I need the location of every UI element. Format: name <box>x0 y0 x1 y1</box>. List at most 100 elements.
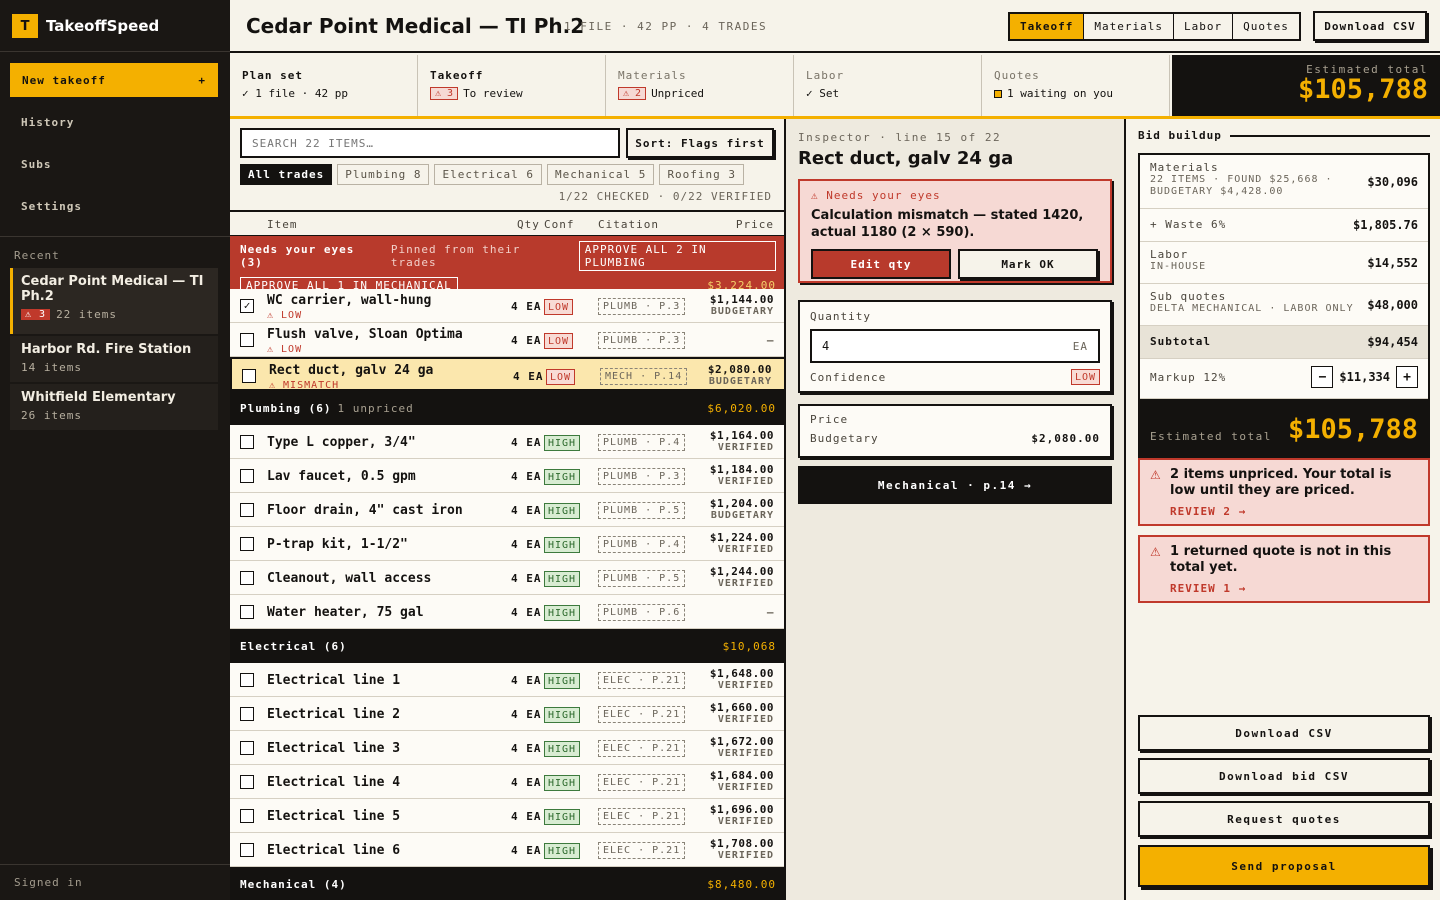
bid-row-labor[interactable]: Labor IN-HOUSE $14,552 <box>1140 242 1428 284</box>
row-checkbox[interactable] <box>240 435 254 449</box>
bid-row-sub-quotes[interactable]: Sub quotes DELTA MECHANICAL · LABOR ONLY… <box>1140 284 1428 326</box>
row-checkbox[interactable] <box>240 707 254 721</box>
row-checkbox[interactable] <box>242 369 256 383</box>
sort-button[interactable]: Sort: Flags first <box>626 128 774 158</box>
table-row[interactable]: Water heater, 75 gal 4 EA HIGH PLUMB · P.6 — <box>230 595 784 629</box>
markup-decrease-button[interactable]: − <box>1311 366 1334 388</box>
recent-project-title: Cedar Point Medical — TI Ph.2 <box>21 274 204 304</box>
new-takeoff-button[interactable]: New takeoff + <box>10 63 218 97</box>
citation-tag[interactable]: PLUMB · P.3 <box>598 468 686 485</box>
citation-tag[interactable]: ELEC · P.21 <box>598 774 686 791</box>
row-checkbox[interactable] <box>240 469 254 483</box>
sidebar-item-settings[interactable]: Settings <box>21 200 82 213</box>
step-labor[interactable]: Labor ✓ Set <box>794 55 982 118</box>
table-row[interactable]: P-trap kit, 1-1/2" 4 EA HIGH PLUMB · P.4 $1,… <box>230 527 784 561</box>
tab-materials[interactable]: Materials <box>1084 14 1174 39</box>
step-materials[interactable]: Materials ⚠ 2 Unpriced <box>606 55 794 118</box>
divider <box>0 51 230 52</box>
recent-project-cedar-point[interactable]: Cedar Point Medical — TI Ph.2 ⚠ 3 22 ite… <box>10 268 218 334</box>
table-row[interactable]: Flush valve, Sloan Optima ⚠ LOW 4 EA LOW PLU… <box>230 323 784 357</box>
item-price: $1,648.00 <box>709 667 774 680</box>
tab-takeoff[interactable]: Takeoff <box>1010 14 1085 39</box>
citation-tag[interactable]: MECH · P.14 <box>600 368 688 385</box>
citation-tag[interactable]: PLUMB · P.5 <box>598 502 686 519</box>
citation-tag[interactable]: ELEC · P.21 <box>598 842 686 859</box>
step-takeoff[interactable]: Takeoff ⚠ 3 To review <box>418 55 606 118</box>
citation-tag[interactable]: ELEC · P.21 <box>598 672 686 689</box>
app-logo[interactable]: T TakeoffSpeed <box>12 14 159 38</box>
bid-row-materials[interactable]: Materials 22 ITEMS · FOUND $25,668 · BUD… <box>1140 155 1428 209</box>
bid-row-waste[interactable]: + Waste 6% $1,805.76 <box>1140 209 1428 242</box>
chip-mechanical[interactable]: Mechanical 5 <box>546 164 655 185</box>
warning-icon: ⚠ <box>1150 545 1161 559</box>
approve-plumbing-button[interactable]: APPROVE ALL 2 IN PLUMBING <box>578 241 776 271</box>
signed-in-status[interactable]: Signed in <box>14 876 83 889</box>
recent-project-harbor[interactable]: Harbor Rd. Fire Station 14 items <box>10 336 218 382</box>
step-plan-set[interactable]: Plan set ✓ 1 file · 42 pp <box>230 55 418 118</box>
item-warning: ⚠ LOW <box>267 344 303 355</box>
table-row[interactable]: Lav faucet, 0.5 gpm 4 EA HIGH PLUMB · P.3 $1… <box>230 459 784 493</box>
review-quote-link[interactable]: REVIEW 1 → <box>1170 582 1418 595</box>
table-row[interactable]: Type L copper, 3/4" 4 EA HIGH PLUMB · P.4 $1… <box>230 425 784 459</box>
row-checkbox[interactable] <box>240 333 254 347</box>
row-checkbox[interactable] <box>240 571 254 585</box>
tab-labor[interactable]: Labor <box>1173 14 1234 39</box>
progress-counter: 1/22 CHECKED · 0/22 VERIFIED <box>558 190 772 203</box>
row-checkbox[interactable]: ✓ <box>240 299 254 313</box>
quantity-unit: EA <box>1072 339 1088 353</box>
open-source-sheet-button[interactable]: Mechanical · p.14 → <box>798 466 1112 504</box>
row-checkbox[interactable] <box>240 673 254 687</box>
download-csv-button[interactable]: Download CSV <box>1138 715 1430 751</box>
confidence-badge: HIGH <box>544 537 581 553</box>
chip-all-trades[interactable]: All trades <box>240 164 333 185</box>
sidebar-item-history[interactable]: History <box>21 116 74 129</box>
recent-project-whitfield[interactable]: Whitfield Elementary 26 items <box>10 384 218 430</box>
chip-electrical[interactable]: Electrical 6 <box>434 164 542 185</box>
row-checkbox[interactable] <box>240 809 254 823</box>
table-row[interactable]: Electrical line 2 4 EA HIGH ELEC · P.21 $1,6… <box>230 697 784 731</box>
markup-increase-button[interactable]: + <box>1396 366 1418 388</box>
citation-tag[interactable]: PLUMB · P.5 <box>598 570 686 587</box>
citation-tag[interactable]: ELEC · P.21 <box>598 706 686 723</box>
download-csv-button[interactable]: Download CSV <box>1313 11 1427 41</box>
confidence-badge: HIGH <box>544 673 581 689</box>
table-row[interactable]: Electrical line 1 4 EA HIGH ELEC · P.21 $1,6… <box>230 663 784 697</box>
send-proposal-button[interactable]: Send proposal <box>1138 845 1430 887</box>
group-mechanical[interactable]: Mechanical (4) $8,480.00 <box>230 867 784 900</box>
edit-qty-button[interactable]: Edit qty <box>811 249 951 279</box>
table-row[interactable]: ✓ WC carrier, wall-hung ⚠ LOW 4 EA LOW PLUMB … <box>230 289 784 323</box>
tab-quotes[interactable]: Quotes <box>1233 14 1299 39</box>
citation-tag[interactable]: PLUMB · P.4 <box>598 536 686 553</box>
review-unpriced-link[interactable]: REVIEW 2 → <box>1170 505 1418 518</box>
citation-tag[interactable]: PLUMB · P.3 <box>598 332 686 349</box>
request-quotes-button[interactable]: Request quotes <box>1138 801 1430 837</box>
search-input[interactable] <box>240 128 620 158</box>
table-row[interactable]: Floor drain, 4" cast iron 4 EA HIGH PLUMB ·… <box>230 493 784 527</box>
chip-plumbing[interactable]: Plumbing 8 <box>337 164 430 185</box>
download-bid-csv-button[interactable]: Download bid CSV <box>1138 758 1430 794</box>
citation-tag[interactable]: PLUMB · P.3 <box>598 298 686 315</box>
citation-tag[interactable]: ELEC · P.21 <box>598 740 686 757</box>
table-row[interactable]: Rect duct, galv 24 ga ⚠ MISMATCH 4 EA LOW ME… <box>230 357 784 391</box>
group-plumbing[interactable]: Plumbing (6) 1 unpriced $6,020.00 <box>230 391 784 425</box>
citation-tag[interactable]: PLUMB · P.4 <box>598 434 686 451</box>
sidebar-item-subs[interactable]: Subs <box>21 158 52 171</box>
table-row[interactable]: Electrical line 6 4 EA HIGH ELEC · P.21 $1,7… <box>230 833 784 867</box>
row-checkbox[interactable] <box>240 605 254 619</box>
table-row[interactable]: Electrical line 5 4 EA HIGH ELEC · P.21 $1,6… <box>230 799 784 833</box>
row-checkbox[interactable] <box>240 741 254 755</box>
mark-ok-button[interactable]: Mark OK <box>958 249 1098 279</box>
chip-roofing[interactable]: Roofing 3 <box>659 164 745 185</box>
group-electrical[interactable]: Electrical (6) $10,068 <box>230 629 784 663</box>
table-row[interactable]: Electrical line 3 4 EA HIGH ELEC · P.21 $1,6… <box>230 731 784 765</box>
row-checkbox[interactable] <box>240 537 254 551</box>
step-quotes[interactable]: Quotes 1 waiting on you <box>982 55 1170 118</box>
row-checkbox[interactable] <box>240 503 254 517</box>
quantity-field[interactable]: 4 EA <box>810 329 1100 363</box>
citation-tag[interactable]: PLUMB · P.6 <box>598 604 686 621</box>
row-checkbox[interactable] <box>240 843 254 857</box>
row-checkbox[interactable] <box>240 775 254 789</box>
citation-tag[interactable]: ELEC · P.21 <box>598 808 686 825</box>
table-row[interactable]: Cleanout, wall access 4 EA HIGH PLUMB · P.5… <box>230 561 784 595</box>
table-row[interactable]: Electrical line 4 4 EA HIGH ELEC · P.21 $1,6… <box>230 765 784 799</box>
